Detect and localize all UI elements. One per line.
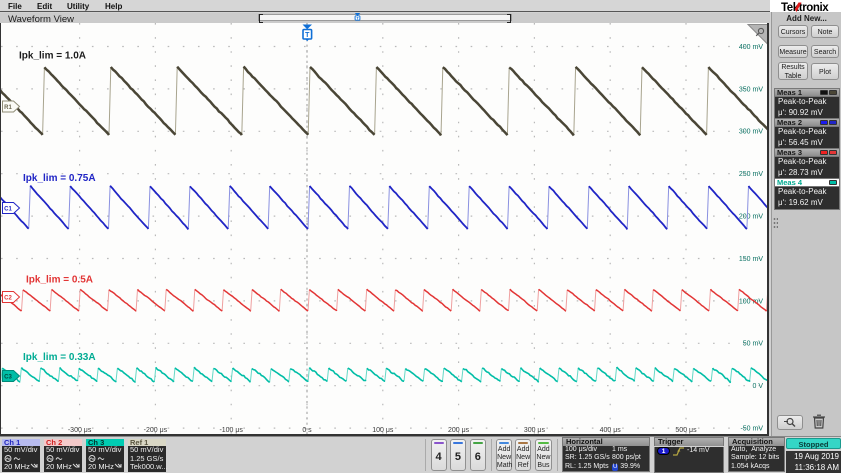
svg-text:-300 μs: -300 μs — [68, 427, 92, 434]
svg-text:400 μs: 400 μs — [600, 427, 622, 434]
svg-text:C1: C1 — [4, 206, 12, 212]
svg-text:-100 μs: -100 μs — [219, 427, 243, 434]
svg-text:500 μs: 500 μs — [675, 427, 697, 434]
svg-text:300 mV: 300 mV — [739, 129, 763, 136]
svg-text:350 mV: 350 mV — [739, 86, 763, 93]
svg-text:0 s: 0 s — [302, 427, 312, 434]
svg-text:400 mV: 400 mV — [739, 44, 763, 51]
svg-text:Ipk_lim = 1.0A: Ipk_lim = 1.0A — [19, 51, 86, 62]
svg-text:300 μs: 300 μs — [524, 427, 546, 434]
svg-text:C3: C3 — [4, 374, 12, 380]
svg-text:-200 μs: -200 μs — [144, 427, 168, 434]
svg-text:C2: C2 — [4, 295, 12, 301]
svg-text:200 mV: 200 mV — [739, 214, 763, 221]
svg-text:150 mV: 150 mV — [739, 256, 763, 263]
svg-text:100 μs: 100 μs — [372, 427, 394, 434]
svg-text:250 mV: 250 mV — [739, 171, 763, 178]
svg-text:200 μs: 200 μs — [448, 427, 470, 434]
svg-text:T: T — [305, 32, 310, 39]
svg-text:Ipk_lim = 0.5A: Ipk_lim = 0.5A — [26, 275, 93, 286]
svg-text:-50 mV: -50 mV — [740, 426, 763, 433]
svg-text:R1: R1 — [4, 105, 12, 111]
svg-text:Ipk_lim = 0.75A: Ipk_lim = 0.75A — [23, 173, 96, 184]
svg-text:50 mV: 50 mV — [743, 341, 764, 348]
svg-text:0 V: 0 V — [752, 383, 763, 390]
svg-text:Ipk_lim = 0.33A: Ipk_lim = 0.33A — [23, 352, 96, 363]
